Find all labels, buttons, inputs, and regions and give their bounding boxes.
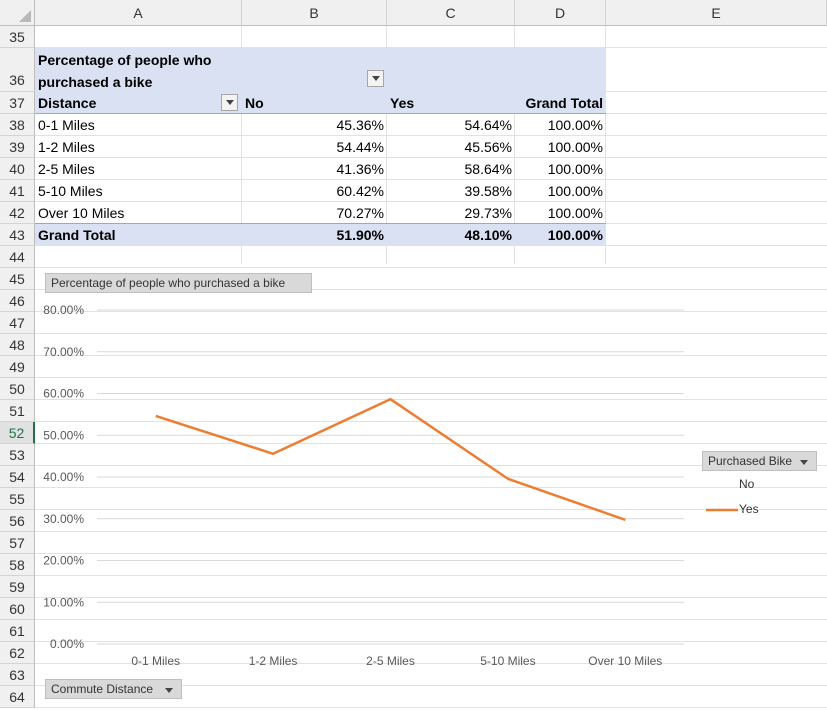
y-tick-label: 50.00% xyxy=(43,428,84,442)
legend-item-yes[interactable]: Yes xyxy=(739,502,759,516)
x-tick-label: 0-1 Miles xyxy=(131,654,180,668)
line-chart[interactable]: 0.00% 10.00% 20.00% 30.00% 40.00% 50.00% 60.00… xyxy=(0,0,827,710)
legend-field-button[interactable]: Purchased Bike xyxy=(702,451,817,471)
series-line-yes[interactable] xyxy=(155,397,626,522)
spreadsheet[interactable]: A B C D E 35 36 37 38 39 40 41 42 43 44 45 46 47 48 49 50 51 5… xyxy=(0,0,827,710)
x-tick-label: 2-5 Miles xyxy=(366,654,415,668)
axis-field-label: Commute Distance xyxy=(51,682,154,696)
y-tick-label: 80.00% xyxy=(43,303,84,317)
y-tick-label: 0.00% xyxy=(50,637,84,651)
x-tick-label: 1-2 Miles xyxy=(249,654,298,668)
y-tick-label: 60.00% xyxy=(43,387,84,401)
y-tick-label: 30.00% xyxy=(43,512,84,526)
legend-item-no[interactable]: No xyxy=(739,477,754,491)
y-tick-label: 40.00% xyxy=(43,470,84,484)
chevron-down-icon xyxy=(800,460,808,465)
x-tick-label: Over 10 Miles xyxy=(588,654,662,668)
chevron-down-icon xyxy=(165,688,173,693)
axis-field-button[interactable]: Commute Distance xyxy=(45,679,182,699)
legend-field-label: Purchased Bike xyxy=(708,454,793,468)
y-tick-label: 70.00% xyxy=(43,345,84,359)
chart-title-field-button[interactable]: Percentage of people who purchased a bik… xyxy=(45,273,312,293)
y-tick-label: 10.00% xyxy=(43,595,84,609)
x-tick-label: 5-10 Miles xyxy=(480,654,535,668)
y-tick-label: 20.00% xyxy=(43,554,84,568)
